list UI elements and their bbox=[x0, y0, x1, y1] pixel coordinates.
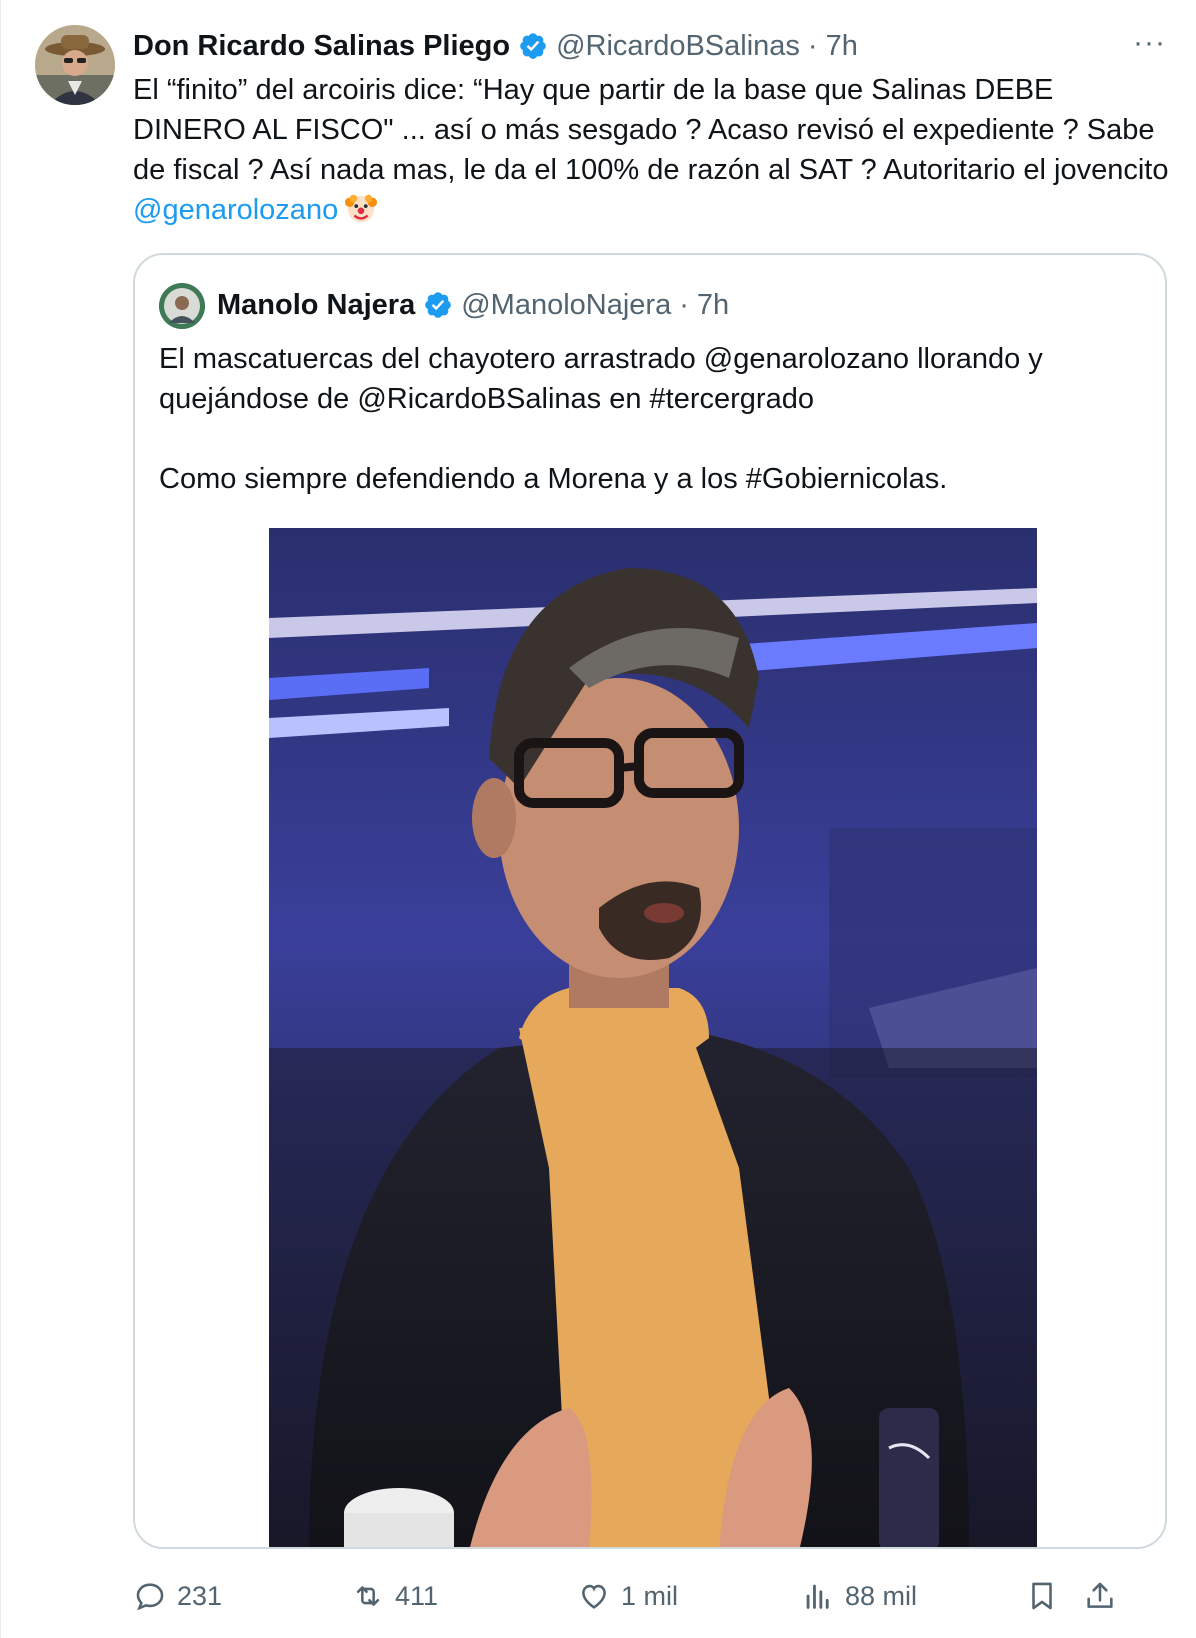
repost-button[interactable]: 411 bbox=[351, 1574, 438, 1618]
quote-text: El mascatuercas del chayotero arrastrado… bbox=[159, 339, 1149, 499]
mention-link[interactable]: @genarolozano bbox=[133, 194, 338, 226]
verified-badge-icon bbox=[518, 31, 548, 61]
quote-author-name[interactable]: Manolo Najera bbox=[217, 289, 415, 322]
heart-icon bbox=[582, 1584, 606, 1609]
bookmark-button[interactable] bbox=[1025, 1574, 1069, 1618]
author-handle[interactable]: @RicardoBSalinas bbox=[556, 30, 800, 63]
tweet-header: Don Ricardo Salinas Pliego @RicardoBSali… bbox=[133, 26, 1176, 66]
like-button[interactable]: 1 mil bbox=[577, 1574, 678, 1618]
quote-text-line2: Como siempre defendiendo a Morena y a lo… bbox=[159, 463, 948, 495]
clown-face-icon bbox=[344, 191, 378, 225]
quote-text-line1: El mascatuercas del chayotero arrastrado… bbox=[159, 343, 1043, 415]
share-icon bbox=[1087, 1582, 1113, 1608]
tweet-time[interactable]: 7h bbox=[826, 30, 858, 63]
tweet-text-body: El “finito” del arcoiris dice: “Hay que … bbox=[133, 74, 1169, 186]
analytics-icon bbox=[806, 1584, 829, 1609]
quote-header: Manolo Najera @ManoloNajera · 7h bbox=[217, 285, 729, 325]
action-bar: 231 411 1 mil 88 mil bbox=[133, 1574, 1176, 1618]
tweet-text: El “finito” del arcoiris dice: “Hay que … bbox=[133, 70, 1173, 230]
quote-time[interactable]: 7h bbox=[697, 289, 729, 322]
bookmark-icon bbox=[1032, 1582, 1052, 1610]
reply-count: 231 bbox=[177, 1580, 223, 1611]
verified-badge-icon bbox=[423, 290, 453, 320]
more-options-icon[interactable]: ··· bbox=[1133, 28, 1166, 58]
tweet: Don Ricardo Salinas Pliego @RicardoBSali… bbox=[0, 0, 1196, 1638]
author-name[interactable]: Don Ricardo Salinas Pliego bbox=[133, 30, 510, 63]
quoted-tweet[interactable]: Manolo Najera @ManoloNajera · 7h El masc… bbox=[133, 253, 1167, 1549]
separator-dot: · bbox=[679, 288, 689, 321]
reply-icon bbox=[136, 1583, 164, 1611]
quote-author-handle[interactable]: @ManoloNajera bbox=[461, 289, 671, 322]
reply-button[interactable]: 231 bbox=[133, 1574, 222, 1618]
share-button[interactable] bbox=[1083, 1574, 1127, 1618]
repost-icon bbox=[356, 1586, 380, 1606]
separator-dot: · bbox=[807, 29, 818, 62]
views-button[interactable]: 88 mil bbox=[801, 1574, 917, 1618]
repost-count: 411 bbox=[395, 1580, 439, 1611]
quote-author-avatar[interactable] bbox=[159, 283, 205, 329]
like-count: 1 mil bbox=[621, 1580, 679, 1611]
views-count: 88 mil bbox=[845, 1580, 918, 1611]
quote-media-photo[interactable] bbox=[269, 528, 1037, 1547]
author-avatar[interactable] bbox=[35, 25, 115, 105]
